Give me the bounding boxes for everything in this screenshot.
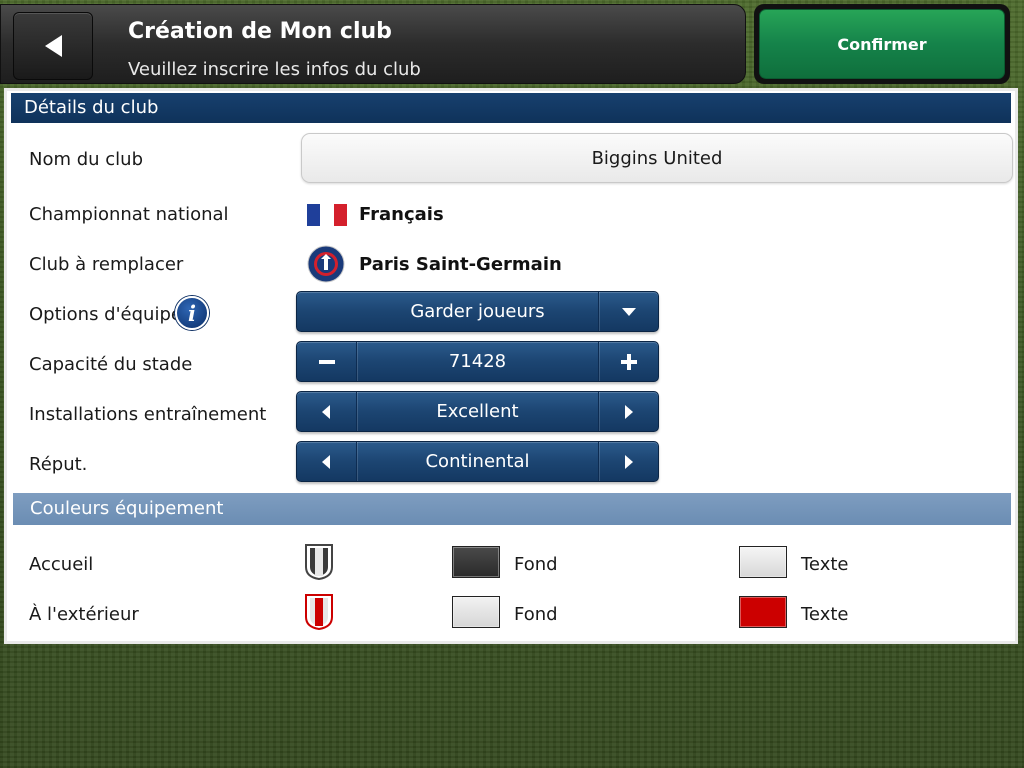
header-bar: Création de Mon club Veuillez inscrire l… xyxy=(0,4,746,84)
france-flag-icon xyxy=(307,204,347,226)
section-kit-colors: Couleurs équipement xyxy=(13,493,1011,525)
info-icon[interactable]: i xyxy=(175,296,209,330)
team-options-value: Garder joueurs xyxy=(410,301,545,322)
club-name-label: Nom du club xyxy=(29,149,144,170)
league-label: Championnat national xyxy=(29,204,229,225)
club-form-panel: Détails du club Nom du club Biggins Unit… xyxy=(4,88,1018,644)
home-text-color-swatch[interactable] xyxy=(739,546,787,578)
replace-club-value: Paris Saint-Germain xyxy=(359,254,562,275)
minus-icon xyxy=(318,359,335,364)
team-options-dropdown[interactable]: Garder joueurs xyxy=(296,291,659,332)
training-facilities-value: Excellent xyxy=(436,401,519,422)
away-background-label: Fond xyxy=(514,604,558,625)
league-value: Français xyxy=(359,204,444,225)
stadium-capacity-label: Capacité du stade xyxy=(29,354,193,375)
home-background-color-swatch[interactable] xyxy=(452,546,500,578)
confirm-button[interactable]: Confirmer xyxy=(754,4,1010,84)
chevron-down-icon xyxy=(621,307,636,316)
decrease-capacity-button[interactable] xyxy=(297,342,357,381)
reputation-selector: Continental xyxy=(296,441,659,482)
reputation-label: Réput. xyxy=(29,454,88,475)
training-prev-button[interactable] xyxy=(297,392,357,431)
home-background-label: Fond xyxy=(514,554,558,575)
home-kit-label: Accueil xyxy=(29,554,94,575)
arrow-right-icon xyxy=(625,454,633,469)
away-text-label: Texte xyxy=(801,604,849,625)
section-club-details: Détails du club xyxy=(11,93,1011,123)
dropdown-toggle[interactable] xyxy=(598,292,658,331)
reputation-prev-button[interactable] xyxy=(297,442,357,481)
training-facilities-selector: Excellent xyxy=(296,391,659,432)
increase-capacity-button[interactable] xyxy=(598,342,658,381)
home-text-label: Texte xyxy=(801,554,849,575)
arrow-left-icon xyxy=(322,454,330,469)
home-kit-shirt-icon[interactable] xyxy=(303,543,335,581)
replace-club-label: Club à remplacer xyxy=(29,254,184,275)
away-background-color-swatch[interactable] xyxy=(452,596,500,628)
page-title: Création de Mon club xyxy=(128,19,392,44)
reputation-next-button[interactable] xyxy=(598,442,658,481)
back-arrow-icon xyxy=(45,35,62,57)
club-name-input[interactable]: Biggins United xyxy=(301,133,1013,183)
arrow-left-icon xyxy=(322,404,330,419)
back-button[interactable] xyxy=(13,12,93,80)
plus-icon xyxy=(620,353,637,370)
page-subtitle: Veuillez inscrire les infos du club xyxy=(128,59,421,80)
training-next-button[interactable] xyxy=(598,392,658,431)
training-facilities-label: Installations entraînement xyxy=(29,404,267,425)
away-kit-shirt-icon[interactable] xyxy=(303,593,335,631)
stadium-capacity-stepper: 71428 xyxy=(296,341,659,382)
team-options-label: Options d'équipe xyxy=(29,304,182,325)
psg-crest-icon xyxy=(307,245,345,283)
reputation-value: Continental xyxy=(425,451,530,472)
arrow-right-icon xyxy=(625,404,633,419)
away-kit-label: À l'extérieur xyxy=(29,604,139,625)
away-text-color-swatch[interactable] xyxy=(739,596,787,628)
confirm-button-label: Confirmer xyxy=(759,9,1005,79)
stadium-capacity-value: 71428 xyxy=(448,351,507,372)
